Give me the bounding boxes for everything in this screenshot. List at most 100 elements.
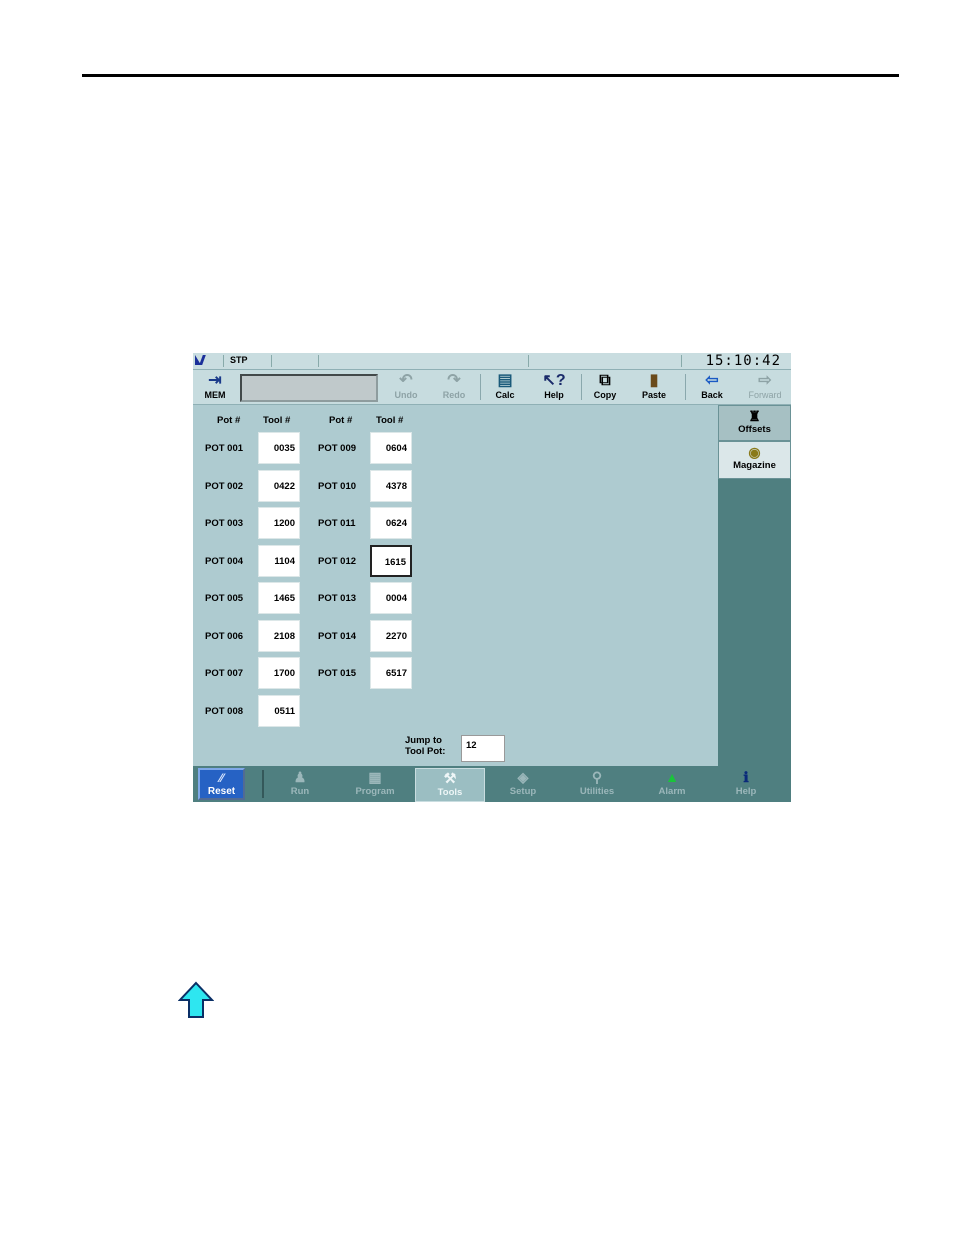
pot-label: POT 012	[318, 555, 357, 567]
up-arrow-icon	[178, 981, 214, 1018]
mem-button[interactable]: ⇥ MEM	[197, 370, 233, 404]
bottom-nav: ⁄⁄ Reset ♟ Run ▦ Program ⚒ Tools ◈ Setup ⚲ Utilit…	[193, 766, 791, 802]
status-divider	[528, 355, 529, 367]
tool-number-field[interactable]: 0511	[258, 694, 300, 727]
jump-label-line1: Jump to	[405, 735, 442, 746]
paste-button[interactable]: ▮ Paste	[634, 370, 674, 404]
cnc-screen: STP 15:10:42 ⇥ MEM ↶ Undo ↷ Redo ▤ Calc …	[193, 353, 791, 802]
nav-label: Program	[355, 786, 395, 797]
status-divider	[223, 355, 224, 367]
forward-arrow-icon: ⇨	[758, 372, 772, 389]
nav-tools[interactable]: ⚒ Tools	[415, 768, 485, 802]
nav-label: Utilities	[579, 786, 615, 797]
tool-number-field[interactable]: 0004	[370, 582, 412, 614]
redo-button[interactable]: ↷ Redo	[434, 370, 474, 404]
reset-icon: ⁄⁄	[219, 771, 224, 785]
tab-offsets[interactable]: ♜ Offsets	[718, 405, 791, 441]
status-divider	[318, 355, 319, 367]
run-icon: ♟	[293, 769, 307, 785]
machine-mode: STP	[230, 355, 248, 365]
program-icon: ▦	[368, 769, 382, 785]
tool-number-field[interactable]: 2270	[370, 619, 412, 652]
utilities-wrench-icon: ⚲	[591, 769, 603, 785]
tab-magazine[interactable]: ◉ Magazine	[718, 441, 791, 479]
paste-icon: ▮	[649, 372, 659, 389]
pot-label: POT 005	[205, 593, 244, 604]
nav-label: Help	[735, 786, 757, 797]
tool-header: Tool #	[263, 415, 291, 426]
pot-label: POT 014	[318, 630, 357, 642]
toolbar-divider	[581, 374, 582, 400]
nav-label: Tools	[437, 787, 463, 798]
tool-number-field[interactable]: 0035	[258, 432, 300, 464]
tool-number-field[interactable]: 1465	[258, 582, 300, 614]
jump-label: Jump to Tool Pot:	[405, 735, 445, 757]
page-top-rule	[82, 74, 899, 77]
copy-button[interactable]: ⧉ Copy	[585, 370, 625, 404]
pot-label: POT 011	[318, 518, 356, 529]
redo-icon: ↷	[447, 372, 461, 389]
nav-label: Setup	[509, 786, 537, 797]
status-divider	[681, 355, 682, 367]
message-box	[240, 374, 378, 402]
pot-label: POT 001	[205, 443, 244, 454]
help-button[interactable]: ↖? Help	[534, 370, 574, 404]
status-divider	[271, 355, 272, 367]
calc-icon: ▤	[497, 372, 513, 389]
offsets-icon: ♜	[748, 408, 761, 424]
tool-number-field[interactable]: 1615	[370, 544, 412, 577]
nav-divider	[262, 770, 264, 798]
side-tab-panel: ♜ Offsets ◉ Magazine	[718, 405, 791, 766]
tool-number-field[interactable]: 6517	[370, 657, 412, 689]
magazine-icon: ◉	[748, 444, 761, 460]
tool-number-field[interactable]: 1700	[258, 657, 300, 689]
toolbar-divider	[685, 374, 686, 400]
nav-run[interactable]: ♟ Run	[265, 768, 335, 802]
pot-header: Pot #	[217, 415, 241, 426]
forward-button[interactable]: ⇨ Forward	[740, 370, 790, 404]
mem-icon: ⇥	[208, 372, 222, 389]
pot-label: POT 008	[205, 705, 244, 717]
setup-icon: ◈	[517, 769, 529, 785]
pot-label: POT 006	[205, 630, 244, 642]
nav-help[interactable]: ℹ Help	[711, 768, 781, 802]
nav-alarm[interactable]: ▲ Alarm	[637, 768, 707, 802]
tools-icon: ⚒	[443, 770, 457, 786]
nav-label: Alarm	[658, 786, 686, 797]
reset-button[interactable]: ⁄⁄ Reset	[198, 768, 245, 800]
undo-button[interactable]: ↶ Undo	[386, 370, 426, 404]
clock: 15:10:42	[705, 353, 781, 369]
back-button[interactable]: ⇦ Back	[692, 370, 732, 404]
toolbar: ⇥ MEM ↶ Undo ↷ Redo ▤ Calc ↖? Help ⧉ Cop…	[193, 370, 791, 405]
jump-to-pot-input[interactable]: 12	[461, 735, 505, 762]
toolbar-divider	[480, 374, 481, 400]
tool-number-field[interactable]: 4378	[370, 469, 412, 502]
pot-label: POT 015	[318, 668, 357, 679]
tool-number-field[interactable]: 0624	[370, 507, 412, 539]
tool-number-field[interactable]: 0604	[370, 432, 412, 464]
pot-label: POT 007	[205, 668, 244, 679]
help-info-icon: ℹ	[743, 769, 749, 785]
tool-number-field[interactable]: 1200	[258, 507, 300, 539]
undo-icon: ↶	[399, 372, 413, 389]
help-cursor-icon: ↖?	[542, 372, 566, 389]
pot-label: POT 013	[318, 593, 357, 604]
tool-pot-table: Pot # Tool # Pot # Tool # POT 001 0035 POT…	[193, 405, 718, 766]
pot-label: POT 004	[205, 555, 244, 567]
nav-program[interactable]: ▦ Program	[340, 768, 410, 802]
pot-header: Pot #	[329, 415, 353, 426]
alarm-light-icon: ▲	[665, 769, 679, 785]
status-bar: STP 15:10:42	[193, 353, 791, 370]
tool-number-field[interactable]: 0422	[258, 469, 300, 502]
jump-label-line2: Tool Pot:	[405, 746, 446, 757]
back-arrow-icon: ⇦	[705, 372, 719, 389]
pot-label: POT 002	[205, 480, 244, 492]
pot-label: POT 003	[205, 518, 244, 529]
nav-utilities[interactable]: ⚲ Utilities	[562, 768, 632, 802]
copy-icon: ⧉	[599, 372, 611, 389]
tool-number-field[interactable]: 2108	[258, 619, 300, 652]
nav-setup[interactable]: ◈ Setup	[488, 768, 558, 802]
pot-label: POT 010	[318, 480, 357, 492]
tool-number-field[interactable]: 1104	[258, 544, 300, 577]
calc-button[interactable]: ▤ Calc	[485, 370, 525, 404]
